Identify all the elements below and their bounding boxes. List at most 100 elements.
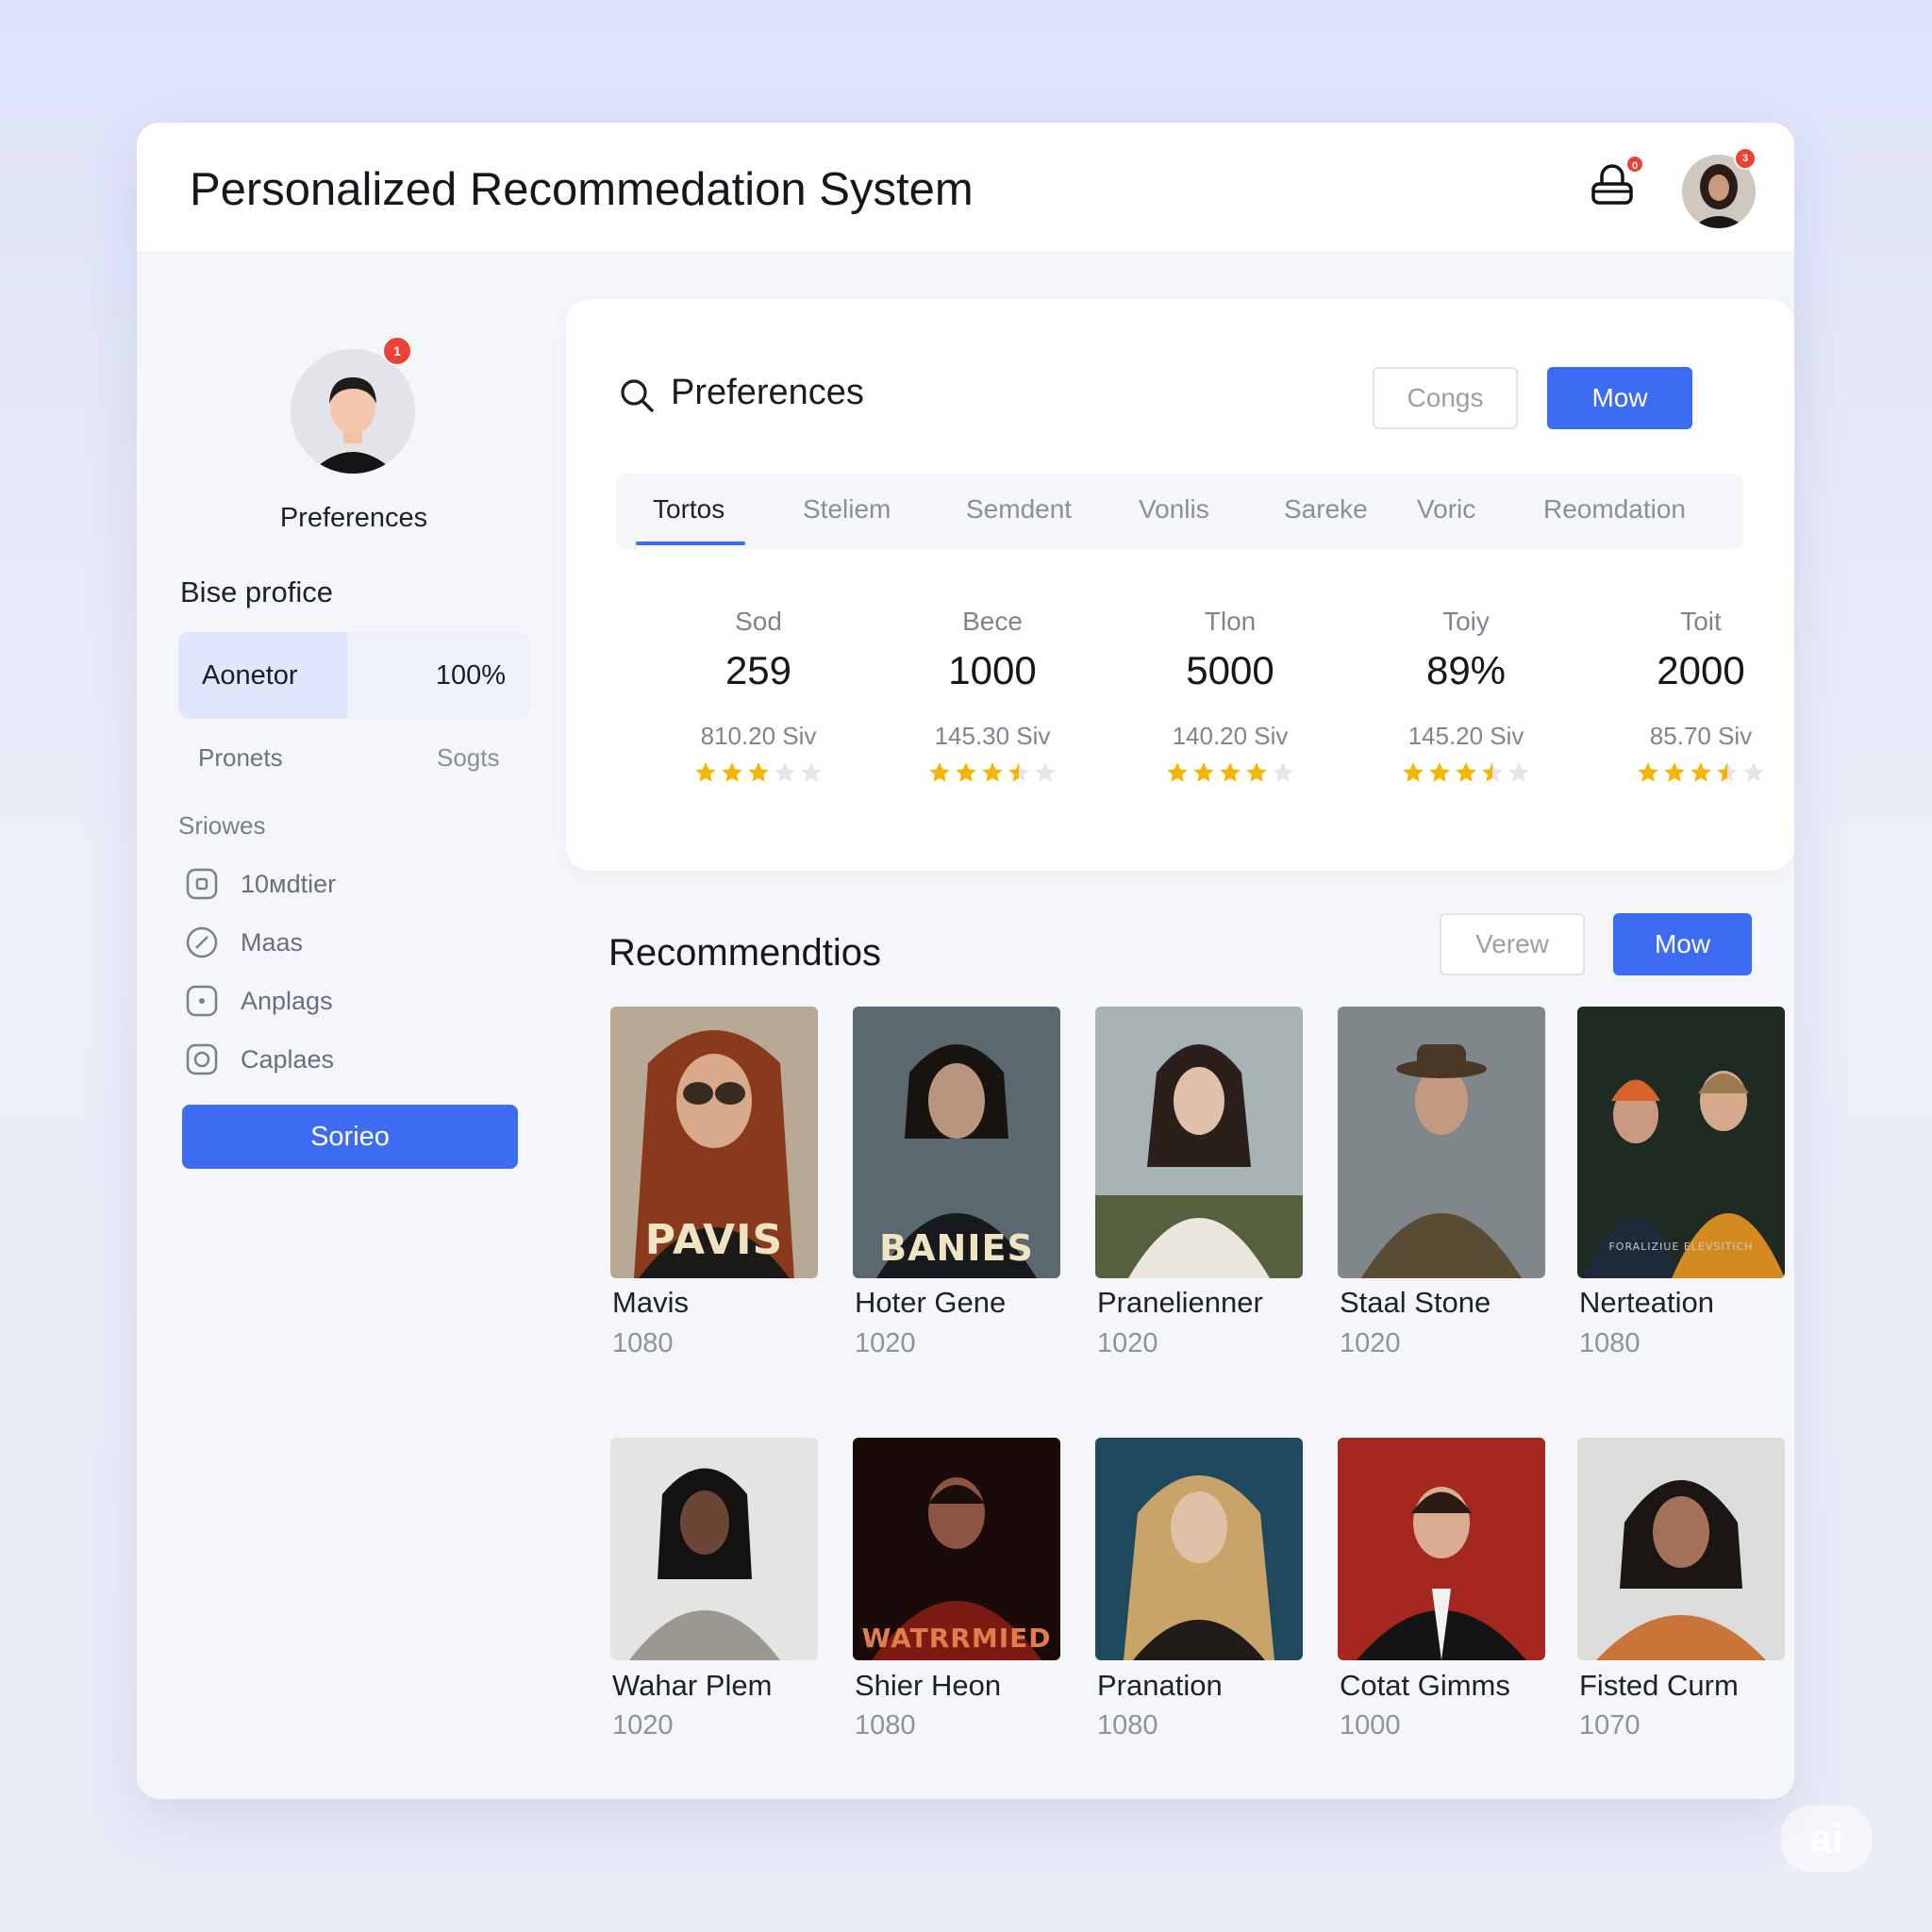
card-title: Hoter Gene [855, 1286, 1007, 1319]
card-title: Staal Stone [1340, 1286, 1491, 1319]
base-profile-heading: Bise profice [180, 575, 333, 608]
card-title: Pranelienner [1097, 1286, 1263, 1319]
check-square-icon [186, 1043, 218, 1075]
congs-button[interactable]: Congs [1373, 367, 1518, 429]
poster-title-text: FORALIZIUE ELEVSITICH [1608, 1241, 1754, 1253]
stat-subvalue: 145.30 Siv [934, 722, 1051, 750]
verew-button[interactable]: Verew [1440, 913, 1585, 975]
poster-staal-stone[interactable] [1338, 1007, 1545, 1278]
stat-label: Toiy [1442, 607, 1490, 636]
star-icon [748, 762, 769, 782]
star-icon [1220, 762, 1241, 782]
rec-mow-button[interactable]: Mow [1613, 913, 1752, 975]
card-title: Wahar Plem [612, 1669, 773, 1702]
poster-shier-heon[interactable]: WATRRMIED [853, 1438, 1060, 1660]
tab-semdent[interactable]: Semdent [966, 494, 1072, 525]
stat-subvalue: 145.20 Siv [1407, 722, 1524, 750]
star-rating [1381, 760, 1551, 791]
stat-card: Toiy 89% 145.20 Siv [1381, 607, 1551, 791]
stat-value: 5000 [1186, 648, 1274, 692]
tab-vonlis[interactable]: Vonlis [1139, 494, 1209, 525]
card-year: 1080 [1579, 1328, 1641, 1358]
poster-cotat-gimms[interactable] [1338, 1438, 1545, 1660]
search-icon [621, 379, 654, 412]
tab-tortos[interactable]: Tortos [653, 494, 724, 525]
star-icon [982, 762, 1003, 782]
star-icon [1456, 762, 1476, 782]
poster-pranation[interactable] [1095, 1438, 1303, 1660]
poster-title-text: PAVIS [644, 1216, 784, 1264]
poster-image [1338, 1438, 1545, 1660]
notification-button[interactable]: 0 [1576, 151, 1652, 226]
tab-voric[interactable]: Voric [1417, 494, 1475, 525]
top-bar: Personalized Recommedation System 0 3 [137, 123, 1794, 253]
sidebar-item-4[interactable]: Caplaes [186, 1040, 488, 1081]
profile-avatar[interactable] [291, 349, 415, 474]
stat-value: 2000 [1657, 648, 1745, 692]
star-icon [1246, 762, 1267, 782]
card-year: 1080 [1097, 1710, 1158, 1740]
card-title: Cotat Gimms [1340, 1669, 1510, 1702]
section-label: Sriowes [178, 811, 266, 840]
progress-label: Aonetor [202, 660, 298, 691]
card-year: 1000 [1340, 1710, 1401, 1740]
card-year: 1020 [1340, 1328, 1401, 1358]
profile-badge: 1 [382, 336, 412, 366]
sidebar-action-button[interactable]: Sorieo [182, 1105, 518, 1169]
poster-image [1095, 1007, 1303, 1278]
sidebar-item-2[interactable]: Maas [186, 923, 488, 964]
sidebar-item-3[interactable]: Anplags [186, 981, 488, 1023]
recommendations-title: Recommendtios [608, 932, 882, 974]
star-icon [1008, 762, 1029, 782]
stat-card: Bece 1000 145.30 Siv [908, 607, 1077, 791]
stat-subvalue: 810.20 Siv [700, 722, 817, 750]
stat-card: Toit 2000 85.70 Siv [1616, 607, 1786, 791]
card-year: 1020 [1097, 1328, 1158, 1358]
star-icon [1429, 762, 1450, 782]
star-rating [674, 760, 843, 791]
poster-title-text: BANIES [879, 1227, 1034, 1269]
app-window: Personalized Recommedation System 0 3 1 … [137, 123, 1794, 1799]
poster-title-text: WATRRMIED [861, 1623, 1052, 1654]
notification-badge: 0 [1625, 155, 1644, 174]
card-title: Nerteation [1579, 1286, 1715, 1319]
star-icon [1035, 762, 1056, 782]
star-icon [1273, 762, 1293, 782]
tab-reomdation[interactable]: Reomdation [1543, 494, 1686, 525]
watermark-badge: ai [1781, 1806, 1872, 1872]
progress-value: 100% [435, 660, 506, 691]
card-title: Fisted Curm [1579, 1669, 1739, 1702]
star-icon [1482, 762, 1503, 782]
star-icon [1690, 762, 1711, 782]
poster-image [1577, 1438, 1785, 1660]
card-year: 1020 [612, 1710, 674, 1740]
stat-value: 259 [724, 648, 792, 692]
avatar-badge: 3 [1734, 147, 1757, 170]
mow-button[interactable]: Mow [1547, 367, 1692, 429]
poster-pranelienner[interactable] [1095, 1007, 1303, 1278]
card-title: Mavis [612, 1286, 689, 1319]
card-title: Pranation [1097, 1669, 1223, 1702]
star-rating [908, 760, 1077, 791]
stat-value: 1000 [948, 648, 1037, 692]
star-icon [722, 762, 742, 782]
tab-steliem[interactable]: Steliem [803, 494, 891, 525]
star-icon [1167, 762, 1188, 782]
poster-mavis[interactable]: PAVIS [610, 1007, 818, 1278]
poster-fisted-curm[interactable] [1577, 1438, 1785, 1660]
stat-card: Tlon 5000 140.20 Siv [1145, 607, 1315, 791]
sub-label-left: Pronets [198, 743, 283, 772]
star-icon [695, 762, 716, 782]
poster-wahar-plem[interactable] [610, 1438, 818, 1660]
star-icon [1664, 762, 1685, 782]
stat-subvalue: 140.20 Siv [1172, 722, 1289, 750]
stat-card: Sod 259 810.20 Siv [674, 607, 843, 791]
poster-hoter-gene[interactable]: BANIES [853, 1007, 1060, 1278]
stat-label: Bece [962, 607, 1023, 636]
sidebar-item-1[interactable]: 10мdtier [186, 864, 488, 906]
tab-sareke[interactable]: Sareke [1284, 494, 1368, 525]
poster-nerteation[interactable]: FORALIZIUE ELEVSITICH [1577, 1007, 1785, 1278]
star-icon [1508, 762, 1529, 782]
star-icon [1717, 762, 1738, 782]
star-icon [1403, 762, 1424, 782]
